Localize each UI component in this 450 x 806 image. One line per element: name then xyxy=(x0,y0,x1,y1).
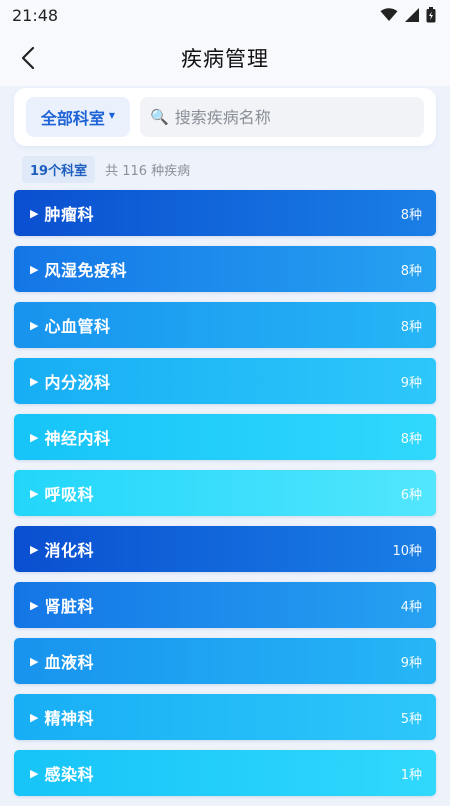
expand-triangle-icon: ▶ xyxy=(30,654,39,668)
expand-triangle-icon: ▶ xyxy=(30,766,39,780)
disease-count: 5种 xyxy=(400,711,422,727)
expand-triangle-icon: ▶ xyxy=(30,710,39,724)
department-item[interactable]: ▶ 消化科 10种 xyxy=(14,526,436,572)
signal-icon xyxy=(405,8,419,22)
department-name: 血液科 xyxy=(44,653,94,672)
status-bar: 21:48 xyxy=(0,0,450,30)
expand-triangle-icon: ▶ xyxy=(30,430,39,444)
department-name: 肿瘤科 xyxy=(44,205,94,224)
department-name: 肾脏科 xyxy=(44,597,94,616)
department-item-left: ▶ 风湿免疫科 xyxy=(30,257,127,281)
expand-triangle-icon: ▶ xyxy=(30,318,39,332)
department-item-left: ▶ 血液科 xyxy=(30,649,94,673)
caret-down-icon: ▼ xyxy=(108,110,116,120)
department-name: 心血管科 xyxy=(44,317,111,336)
department-item[interactable]: ▶ 肾脏科 4种 xyxy=(14,582,436,628)
disease-count: 8种 xyxy=(400,207,422,223)
status-time: 21:48 xyxy=(12,5,59,25)
department-name: 呼吸科 xyxy=(44,485,94,504)
expand-triangle-icon: ▶ xyxy=(30,206,39,220)
department-item-left: ▶ 消化科 xyxy=(30,537,94,561)
department-name: 精神科 xyxy=(44,709,94,728)
disease-count: 8种 xyxy=(400,263,422,279)
department-name: 感染科 xyxy=(44,765,94,784)
department-item[interactable]: ▶ 肿瘤科 8种 xyxy=(14,190,436,236)
back-button[interactable] xyxy=(14,44,42,72)
department-item-left: ▶ 肾脏科 xyxy=(30,593,94,617)
department-item[interactable]: ▶ 精神科 5种 xyxy=(14,694,436,740)
department-item-left: ▶ 感染科 xyxy=(30,761,94,785)
department-item[interactable]: ▶ 神经内科 8种 xyxy=(14,414,436,460)
department-name: 内分泌科 xyxy=(44,373,111,392)
disease-count: 4种 xyxy=(400,599,422,615)
disease-count: 1种 xyxy=(400,767,422,783)
department-item[interactable]: ▶ 呼吸科 6种 xyxy=(14,470,436,516)
disease-count: 8种 xyxy=(400,431,422,447)
status-icons xyxy=(380,7,436,23)
department-count-badge: 19个科室 xyxy=(22,155,96,183)
department-item[interactable]: ▶ 风湿免疫科 8种 xyxy=(14,246,436,292)
expand-triangle-icon: ▶ xyxy=(30,542,39,556)
department-list: ▶ 肿瘤科 8种 ▶ 风湿免疫科 8种 ▶ 心血管科 8种 ▶ 内分泌科 9种 ▶ 神经内科 8种 ▶ 呼吸科 6… xyxy=(14,190,436,806)
department-select[interactable]: 全部科室 ▼ xyxy=(26,97,130,137)
expand-triangle-icon: ▶ xyxy=(30,374,39,388)
search-input[interactable] xyxy=(174,107,414,127)
department-item[interactable]: ▶ 感染科 1种 xyxy=(14,750,436,796)
department-name: 风湿免疫科 xyxy=(44,261,127,280)
disease-count: 9种 xyxy=(400,655,422,671)
disease-total-text: 共 116 种疾病 xyxy=(105,163,191,179)
department-name: 消化科 xyxy=(44,541,94,560)
department-item-left: ▶ 心血管科 xyxy=(30,313,110,337)
department-name: 神经内科 xyxy=(44,429,111,448)
expand-triangle-icon: ▶ xyxy=(30,486,39,500)
department-item[interactable]: ▶ 血液科 9种 xyxy=(14,638,436,684)
department-item-left: ▶ 呼吸科 xyxy=(30,481,94,505)
department-item-left: ▶ 精神科 xyxy=(30,705,94,729)
disease-count: 8种 xyxy=(400,319,422,335)
page-title: 疾病管理 xyxy=(181,47,269,71)
department-item-left: ▶ 内分泌科 xyxy=(30,369,110,393)
department-item[interactable]: ▶ 心血管科 8种 xyxy=(14,302,436,348)
search-box[interactable]: 🔍 xyxy=(140,97,424,137)
search-icon: 🔍 xyxy=(150,108,169,126)
department-item[interactable]: ▶ 内分泌科 9种 xyxy=(14,358,436,404)
wifi-icon xyxy=(380,8,398,21)
back-arrow-icon xyxy=(21,46,35,70)
disease-count: 9种 xyxy=(400,375,422,391)
summary-row: 19个科室 共 116 种疾病 xyxy=(22,155,191,183)
top-bar: 疾病管理 xyxy=(0,30,450,86)
disease-count: 6种 xyxy=(400,487,422,503)
expand-triangle-icon: ▶ xyxy=(30,262,39,276)
expand-triangle-icon: ▶ xyxy=(30,598,39,612)
department-select-label: 全部科室 xyxy=(40,109,105,128)
disease-count: 10种 xyxy=(392,543,422,559)
filter-card: 全部科室 ▼ 🔍 xyxy=(14,88,436,146)
department-item-left: ▶ 神经内科 xyxy=(30,425,110,449)
battery-icon xyxy=(426,7,436,23)
department-item-left: ▶ 肿瘤科 xyxy=(30,201,94,225)
